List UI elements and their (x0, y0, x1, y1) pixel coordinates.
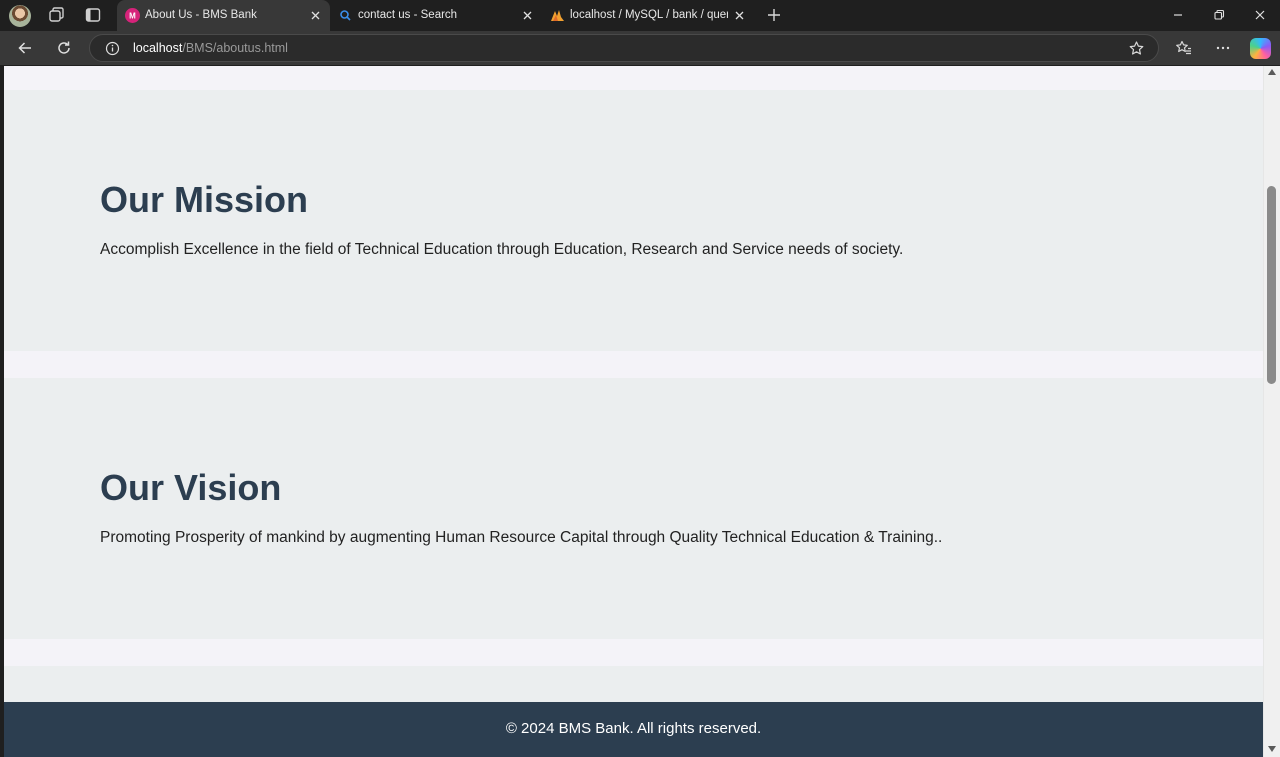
tab-about-us[interactable]: M About Us - BMS Bank (117, 0, 330, 31)
vision-text: Promoting Prosperity of mankind by augme… (100, 529, 943, 546)
new-tab-icon[interactable] (766, 7, 782, 23)
mission-heading: Our Mission (100, 179, 309, 220)
restore-icon[interactable] (1212, 8, 1226, 22)
tab-phpmyadmin[interactable]: localhost / MySQL / bank / queries (542, 0, 754, 31)
refresh-icon[interactable] (55, 39, 73, 57)
mission-section: Our Mission Accomplish Excellence in the… (4, 90, 1263, 351)
svg-text:M: M (129, 12, 136, 21)
close-tab-icon[interactable] (309, 9, 322, 22)
tab-title: About Us - BMS Bank (145, 9, 257, 21)
copilot-icon[interactable] (1250, 38, 1271, 59)
next-section-partial (4, 666, 1263, 702)
tab-title: contact us - Search (358, 9, 458, 21)
close-tab-icon[interactable] (733, 9, 746, 22)
address-bar[interactable]: localhost/BMS/aboutus.html (89, 34, 1159, 62)
back-arrow-icon[interactable] (16, 39, 34, 57)
phpmyadmin-icon (551, 10, 564, 21)
bms-favicon-icon: M (125, 8, 140, 23)
tab-title: localhost / MySQL / bank / queries (570, 9, 728, 21)
vision-heading: Our Vision (100, 467, 282, 508)
close-window-icon[interactable] (1253, 8, 1267, 22)
url-text: localhost/BMS/aboutus.html (133, 41, 288, 55)
page-viewport: Our Mission Accomplish Excellence in the… (4, 66, 1263, 757)
more-options-icon[interactable] (1214, 39, 1232, 57)
vision-section: Our Vision Promoting Prosperity of manki… (4, 378, 1263, 639)
mission-text: Accomplish Excellence in the field of Te… (100, 241, 904, 258)
profile-avatar[interactable] (9, 5, 31, 27)
footer-copyright: © 2024 BMS Bank. All rights reserved. (505, 720, 762, 737)
browser-toolbar: localhost/BMS/aboutus.html (0, 31, 1280, 65)
tab-strip: M About Us - BMS Bank contact us - Searc… (0, 0, 1280, 31)
vertical-tabs-icon[interactable] (84, 6, 102, 24)
close-tab-icon[interactable] (521, 9, 534, 22)
scroll-down-arrow-icon[interactable] (1268, 746, 1276, 752)
favorites-icon[interactable] (1175, 39, 1193, 57)
tab-contact-search[interactable]: contact us - Search (330, 0, 542, 31)
scroll-up-arrow-icon[interactable] (1268, 69, 1276, 75)
page-footer: © 2024 BMS Bank. All rights reserved. (4, 702, 1263, 757)
workspaces-icon[interactable] (47, 6, 65, 24)
site-info-icon[interactable] (105, 41, 120, 56)
url-path: /BMS/aboutus.html (182, 41, 288, 55)
vertical-scrollbar[interactable] (1263, 66, 1280, 757)
search-icon (340, 10, 351, 21)
favorite-star-icon[interactable] (1128, 40, 1145, 57)
scrollbar-thumb[interactable] (1267, 186, 1276, 384)
url-host: localhost (133, 41, 183, 55)
minimize-icon[interactable] (1171, 8, 1185, 22)
